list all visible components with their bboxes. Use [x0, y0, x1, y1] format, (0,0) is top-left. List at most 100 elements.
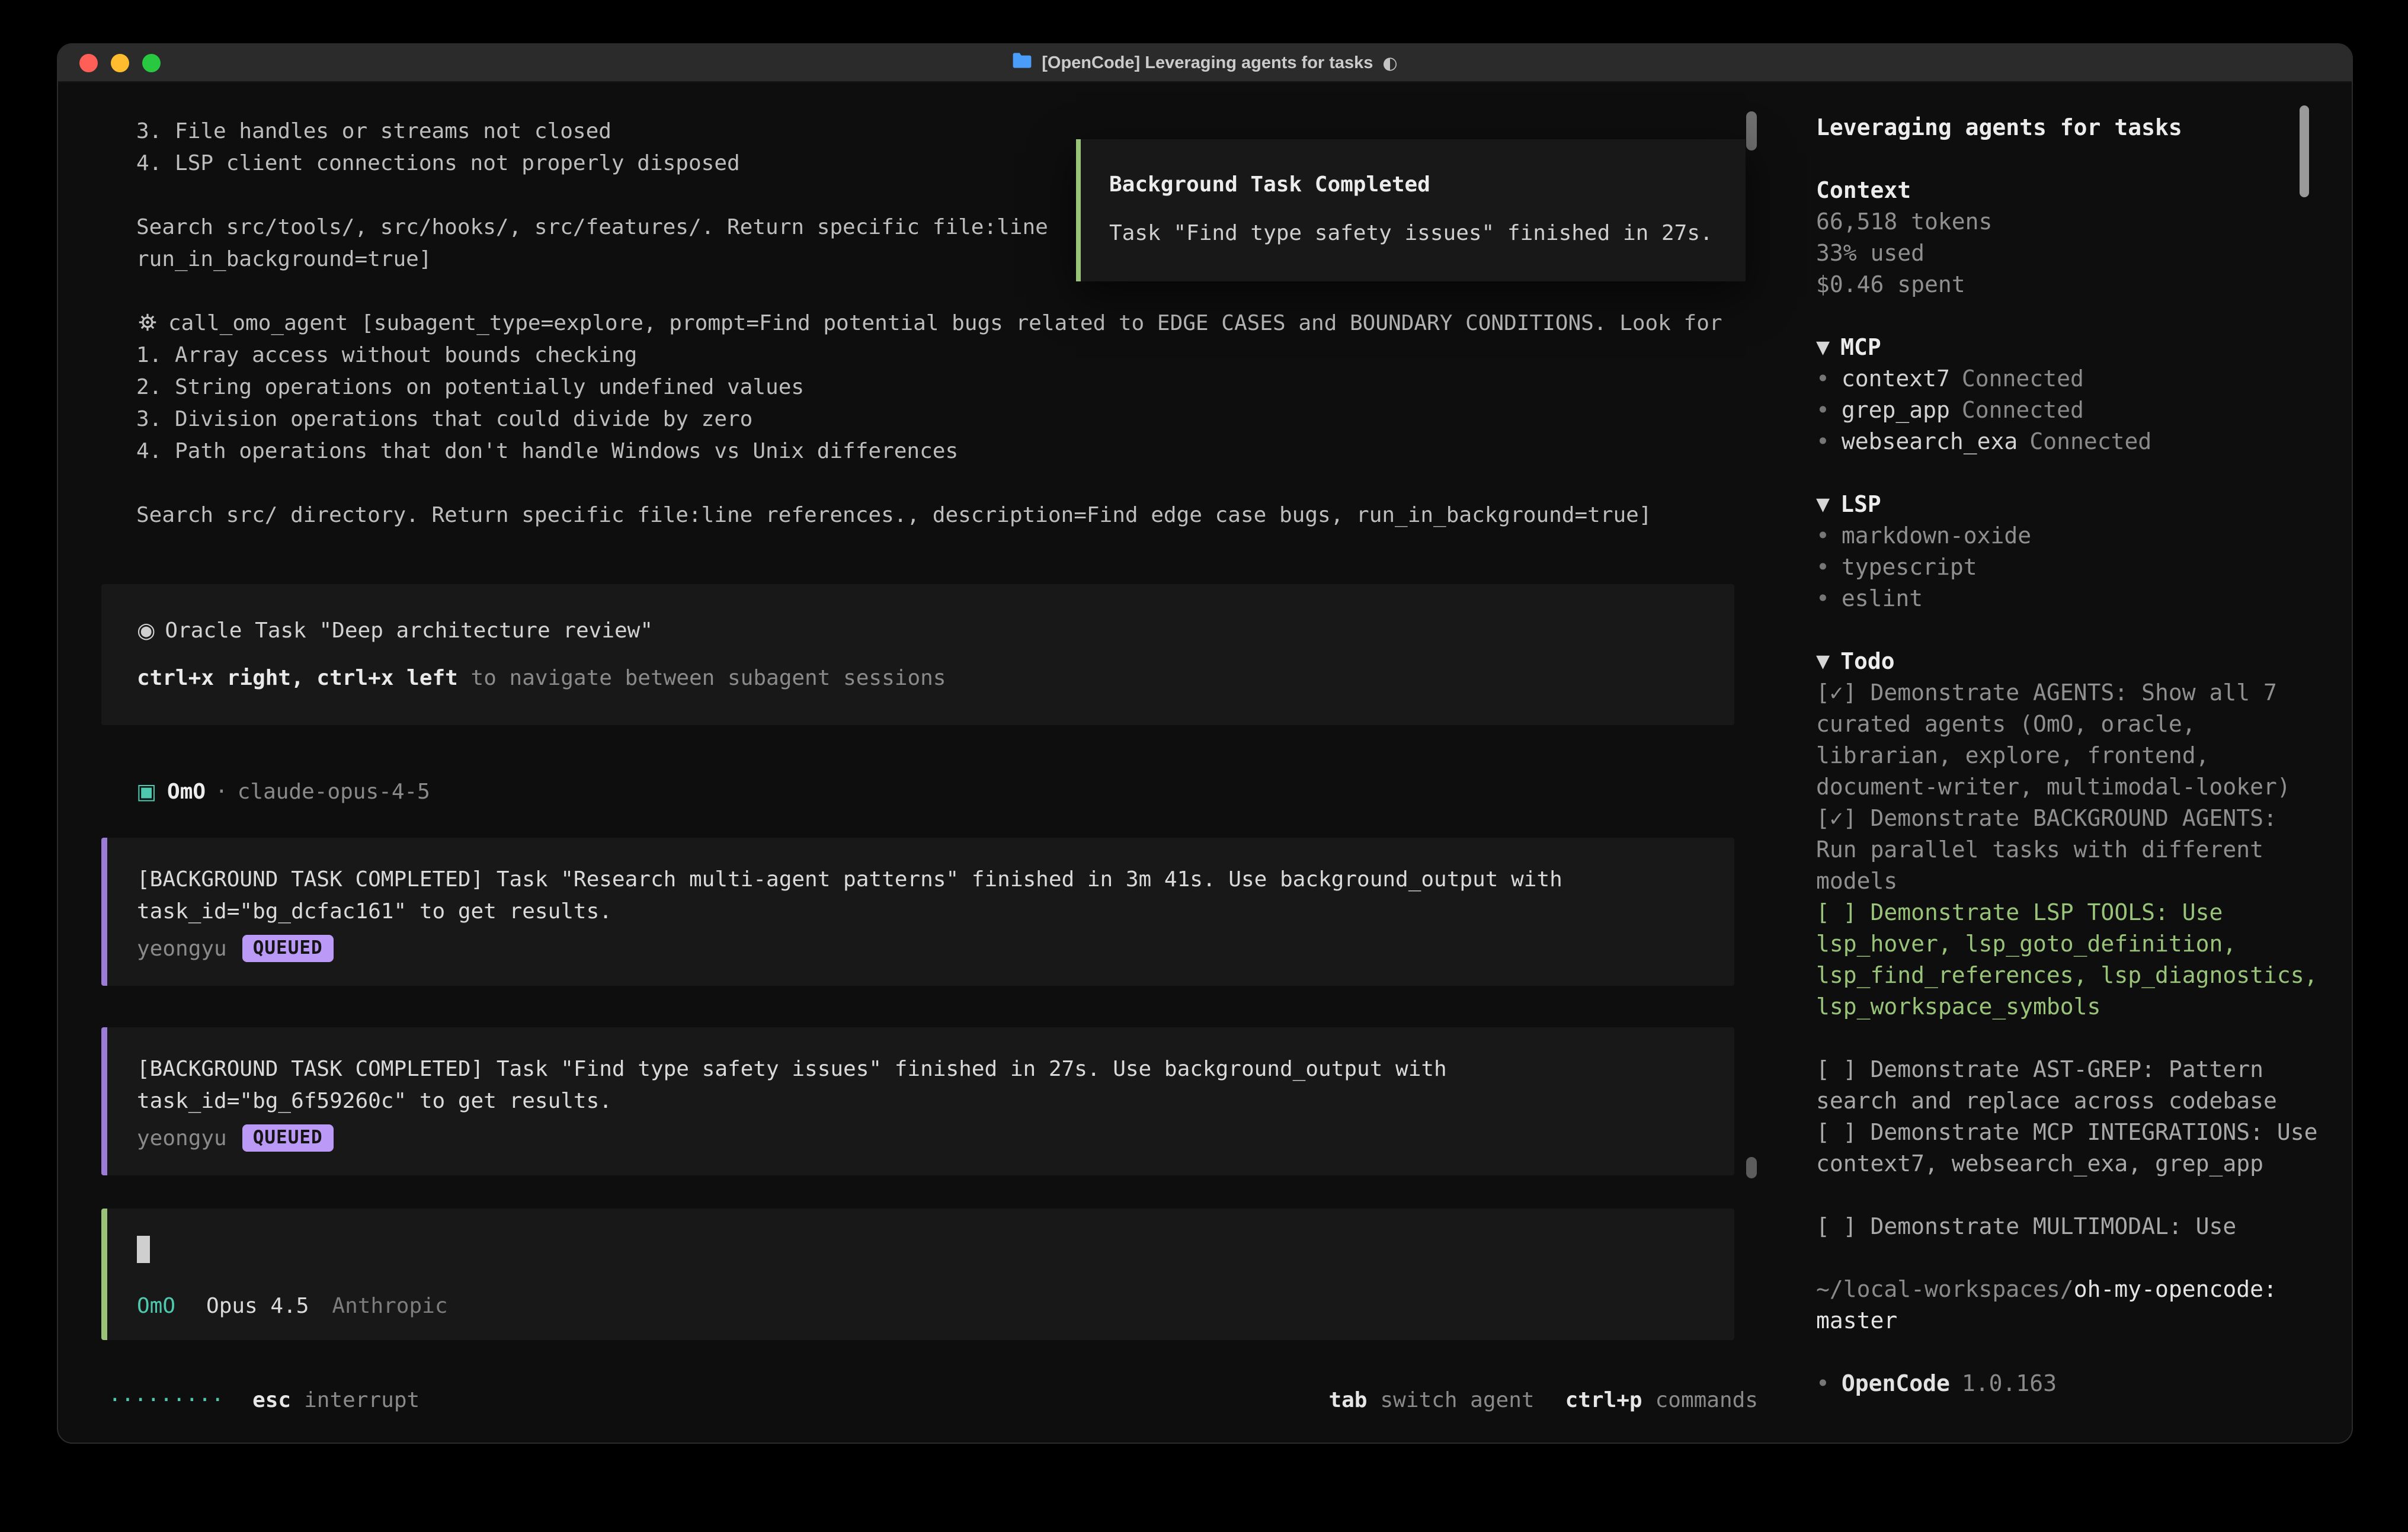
mcp-section: ▼MCP • context7 Connected • grep_app Connect…: [1816, 332, 2328, 457]
window-title: [OpenCode] Leveraging agents for tasks ◐: [1012, 52, 1397, 73]
input-provider: Anthropic: [332, 1294, 447, 1318]
prompt-input[interactable]: OmO Opus 4.5 Anthropic: [101, 1209, 1734, 1340]
tab-label: switch agent: [1380, 1388, 1534, 1412]
output-line: 2. String operations on potentially unde…: [58, 371, 1791, 403]
lsp-item-name: markdown-oxide: [1842, 520, 2031, 552]
input-model: Opus 4.5: [206, 1294, 309, 1318]
oracle-task-panel: ◉Oracle Task "Deep architecture review" …: [101, 584, 1734, 725]
todo-section: ▼Todo [✓] Demonstrate AGENTS: Show all 7…: [1816, 646, 2328, 1242]
workspace-path: ~/local-workspaces/oh-my-opencode: maste…: [1816, 1274, 2328, 1337]
hint-text: to navigate between subagent sessions: [458, 666, 946, 690]
lsp-item: •eslint: [1816, 583, 2328, 614]
zoom-button[interactable]: [142, 54, 161, 72]
app-window: [OpenCode] Leveraging agents for tasks ◐…: [57, 43, 2353, 1444]
collapse-arrow-icon: ▼: [1816, 489, 1830, 520]
message-author: yeongyu: [137, 1126, 227, 1150]
bullet-icon: •: [1816, 552, 1830, 583]
mcp-item-status: Connected: [2029, 426, 2151, 457]
titlebar: [OpenCode] Leveraging agents for tasks ◐: [58, 44, 2352, 82]
workspace-path-prefix: ~/local-workspaces/: [1816, 1276, 2074, 1302]
lsp-item: •typescript: [1816, 552, 2328, 583]
section-heading-todo[interactable]: ▼Todo: [1816, 646, 2328, 677]
context-spent: $0.46 spent: [1816, 269, 2328, 300]
queued-badge: QUEUED: [242, 935, 334, 962]
message-text: [BACKGROUND TASK COMPLETED] Task "Resear…: [137, 864, 1699, 896]
commands-label: commands: [1655, 1388, 1758, 1412]
tab-key: tab: [1328, 1388, 1367, 1412]
todo-item: [ ] Demonstrate MCP INTEGRATIONS: Use co…: [1816, 1117, 2328, 1180]
window-title-text: [OpenCode] Leveraging agents for tasks: [1042, 53, 1373, 73]
app-name: OpenCode: [1842, 1368, 1950, 1399]
collapse-arrow-icon: ▼: [1816, 332, 1830, 363]
folder-icon: [1012, 52, 1032, 73]
status-bar: ·········escinterrupt tab switch agent ct…: [108, 1384, 1758, 1416]
message-text: task_id="bg_dcfac161" to get results.: [137, 896, 1699, 928]
mcp-item: • websearch_exa Connected: [1816, 426, 2328, 457]
terminal-main-pane: 3. File handles or streams not closed 4.…: [58, 82, 1791, 1443]
background-task-message: [BACKGROUND TASK COMPLETED] Task "Resear…: [101, 838, 1734, 986]
section-heading-mcp[interactable]: ▼MCP: [1816, 332, 2328, 363]
messages-scrollbar-thumb[interactable]: [1746, 1157, 1757, 1178]
context-tokens: 66,518 tokens: [1816, 206, 2328, 238]
todo-item: [ ] Demonstrate LSP TOOLS: Use lsp_hover…: [1816, 897, 2328, 1023]
status-left: ·········escinterrupt: [108, 1384, 420, 1416]
separator-dot: ·: [215, 780, 228, 804]
section-heading-lsp[interactable]: ▼LSP: [1816, 489, 2328, 520]
agent-name: OmO: [167, 780, 206, 804]
oracle-task-title: Oracle Task "Deep architecture review": [165, 618, 653, 643]
agent-checkbox-icon: ▣: [136, 780, 156, 804]
close-button[interactable]: [79, 54, 98, 72]
message-text: task_id="bg_6f59260c" to get results.: [137, 1085, 1699, 1117]
app-version: 1.0.163: [1962, 1368, 2057, 1399]
mcp-item-status: Connected: [1962, 395, 2084, 426]
message-text: [BACKGROUND TASK COMPLETED] Task "Find t…: [137, 1053, 1699, 1085]
mcp-item-name: grep_app: [1842, 395, 1950, 426]
output-line: 1. Array access without bounds checking: [58, 339, 1791, 371]
mcp-item-status: Connected: [1962, 363, 2084, 395]
app-version-line: • OpenCode 1.0.163: [1816, 1368, 2328, 1399]
context-heading: Context: [1816, 175, 2328, 206]
session-state-icon: ◐: [1382, 53, 1397, 73]
agent-model: claude-opus-4-5: [238, 780, 430, 804]
status-right: tab switch agent ctrl+p commands: [1328, 1384, 1758, 1416]
bullet-icon: •: [1816, 426, 1830, 457]
output-line: Search src/ directory. Return specific f…: [58, 499, 1791, 531]
output-line: 4. Path operations that don't handle Win…: [58, 435, 1791, 467]
mcp-item: •grep_appConnected: [1816, 395, 2328, 426]
esc-label: interrupt: [304, 1388, 420, 1412]
agent-header: ▣ OmO · claude-opus-4-5: [58, 776, 1791, 808]
tool-call-name: call_omo_agent: [168, 311, 348, 335]
gear-icon: [136, 311, 168, 335]
lsp-item: • markdown-oxide: [1816, 520, 2328, 552]
toast-body: Task "Find type safety issues" finished …: [1109, 217, 1722, 249]
workspace-branch: master: [1816, 1307, 1897, 1334]
oracle-task-title-row: ◉ Oracle Task "Deep architecture review": [137, 615, 1699, 647]
hint-keys: ctrl+x right, ctrl+x left: [137, 666, 458, 690]
lsp-section: ▼LSP • markdown-oxide •typescript •eslint: [1816, 489, 2328, 614]
toast-title: Background Task Completed: [1109, 169, 1722, 201]
commands-key: ctrl+p: [1565, 1388, 1642, 1412]
background-task-message: [BACKGROUND TASK COMPLETED] Task "Find t…: [101, 1027, 1734, 1175]
bullet-icon: •: [1816, 520, 1830, 552]
queued-badge: QUEUED: [242, 1124, 334, 1152]
mcp-item-name: websearch_exa: [1842, 426, 2018, 457]
tool-call-line: call_omo_agent [subagent_type=explore, p…: [58, 307, 1791, 339]
bullet-icon: •: [1816, 1368, 1830, 1399]
input-agent-name: OmO: [137, 1294, 175, 1318]
spinner-dots: ·········: [108, 1388, 224, 1412]
sidebar: Leveraging agents for tasks Context 66,5…: [1791, 82, 2352, 1443]
main-scrollbar-thumb[interactable]: [1746, 111, 1757, 150]
mcp-item-name: context7: [1842, 363, 1950, 395]
sidebar-scrollbar-thumb[interactable]: [2300, 105, 2309, 197]
oracle-hint: ctrl+x right, ctrl+x left to navigate be…: [137, 662, 1699, 694]
message-author: yeongyu: [137, 937, 227, 961]
context-section: Context 66,518 tokens 33% used $0.46 spe…: [1816, 175, 2328, 300]
tool-call-args: [subagent_type=explore, prompt=Find pote…: [361, 311, 1722, 335]
minimize-button[interactable]: [111, 54, 129, 72]
bullet-icon: •: [1816, 583, 1830, 614]
todo-item: [ ] Demonstrate AST-GREP: Pattern search…: [1816, 1054, 2328, 1117]
oracle-icon: ◉: [137, 618, 155, 643]
mcp-item: • context7 Connected: [1816, 363, 2328, 395]
traffic-lights: [79, 44, 161, 81]
bullet-icon: •: [1816, 363, 1830, 395]
